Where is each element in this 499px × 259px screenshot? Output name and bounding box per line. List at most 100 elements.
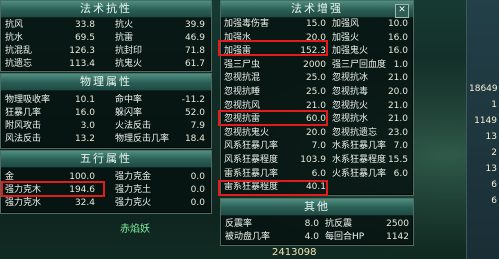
row-value: 71.8: [184, 46, 205, 56]
side-value: 2: [491, 148, 497, 158]
row-value: 8.0: [304, 219, 319, 229]
row-label: 忽视抗冰: [332, 73, 369, 84]
background-stats-window: 18649 1 1149 13 2 13 6 6: [466, 0, 499, 259]
row-value: 10.0: [387, 19, 408, 29]
row-value: -11.2: [181, 95, 205, 105]
row-value: 7.9: [190, 121, 205, 131]
row-value: 0.0: [190, 172, 205, 182]
close-icon[interactable]: ✕: [395, 4, 409, 18]
row-value: 103.9: [300, 155, 326, 165]
spell-resist-panel: 法术抗性 抗风 33.8 抗火 39.9 抗水 69.5 抗雷 46.9 抗混乱…: [0, 0, 212, 72]
row-label: 火法反击: [115, 121, 152, 131]
row-value: 69.5: [74, 33, 95, 43]
resist-row: 抗遗忘 113.4 抗鬼火 61.7: [1, 58, 211, 70]
row-value: 2500: [386, 219, 409, 229]
row-label: 风法反击: [5, 134, 42, 144]
row-value: 32.4: [74, 198, 95, 208]
row-value: 1142: [386, 232, 409, 242]
row-value: 3.0: [80, 121, 95, 131]
row-value: 46.9: [184, 33, 205, 43]
boost-row: 雷系狂暴几率 6.0 火系狂暴几率 6.0: [220, 168, 412, 180]
other-panel: 其他 反震率 8.0 抗反震 2500 被动盘几率 4.0 每回合HP 1142: [220, 198, 414, 246]
spell-resist-title: 法术抗性: [1, 1, 211, 18]
boost-row: 风系狂暴程度 103.9 水系狂暴程度 15.5: [220, 154, 412, 166]
highlight-ignore-thunder-resist: [218, 110, 328, 126]
boost-row: 强三尸虫 2000 强三尸回血度 1.0: [220, 59, 412, 71]
row-label: 物理反击几率: [115, 134, 170, 144]
row-value: 20.0: [305, 127, 326, 138]
row-label: 强力克火: [115, 198, 152, 208]
row-value: 21.0: [387, 73, 408, 84]
row-label: 躲闪率: [115, 108, 143, 118]
row-label: 忽视抗火: [332, 100, 369, 111]
highlight-boost-thunder: [218, 40, 328, 56]
row-value: 16.0: [74, 108, 95, 118]
resist-row: 抗混乱 126.3 抗封印 71.8: [1, 45, 211, 57]
row-label: 忽视抗睡: [224, 87, 261, 97]
other-row: 反震率 8.0 抗反震 2500: [221, 218, 413, 230]
row-label: 加强毒伤害: [224, 19, 270, 29]
boost-row: 忽视抗混 25.0 忽视抗冰 21.0: [220, 72, 412, 84]
row-label: 抗鬼火: [115, 59, 143, 69]
row-label: 强三尸虫: [224, 59, 261, 70]
row-label: 每回合HP: [325, 232, 365, 242]
row-value: 6.0: [311, 168, 326, 179]
row-value: 18.4: [184, 134, 205, 144]
highlight-thunder-crit-degree: [218, 180, 328, 196]
row-value: 15.0: [305, 19, 326, 29]
row-label: 抗反震: [325, 219, 353, 229]
row-value: 21.0: [387, 114, 408, 125]
five-elements-title: 五行属性: [1, 151, 211, 168]
row-value: 113.4: [69, 59, 95, 69]
side-value: 18649: [469, 84, 498, 94]
row-label: 雷系狂暴几率: [224, 168, 279, 179]
row-value: 39.9: [184, 20, 205, 30]
boost-row: 忽视抗睡 25.0 忽视抗毒 20.0: [220, 86, 412, 98]
row-value: 20.0: [387, 87, 408, 97]
row-value: 25.0: [305, 87, 326, 97]
row-value: 52.0: [184, 108, 205, 118]
row-label: 加强火: [332, 32, 360, 43]
five-row: 强力克水 32.4 强力克火 0.0: [1, 197, 211, 209]
row-value: 61.7: [184, 59, 205, 69]
side-value: 13: [485, 164, 497, 174]
row-label: 抗雷: [115, 33, 134, 43]
row-label: 抗水: [5, 33, 24, 43]
row-value: 15.5: [387, 155, 408, 165]
row-value: 6.0: [393, 168, 408, 179]
row-label: 附风攻击: [5, 121, 42, 131]
side-value: 6: [491, 196, 497, 206]
row-value: 0.0: [190, 185, 205, 195]
row-label: 抗火: [115, 20, 134, 30]
row-value: 0.0: [190, 198, 205, 208]
row-label: 被动盘几率: [225, 232, 271, 242]
side-value: 1: [491, 100, 497, 110]
row-label: 强力克水: [5, 198, 42, 208]
row-label: 强力克土: [115, 185, 152, 195]
row-label: 抗混乱: [5, 46, 33, 56]
physical-row: 狂暴几率 16.0 躲闪率 52.0: [1, 107, 211, 119]
physical-attr-title: 物理属性: [1, 74, 211, 91]
row-value: 25.0: [305, 73, 326, 84]
row-value: 4.0: [304, 232, 319, 242]
row-value: 1.0: [393, 59, 408, 70]
side-value: 13: [485, 132, 497, 142]
row-value: 23.0: [387, 127, 408, 138]
row-value: 10.1: [74, 95, 95, 105]
row-label: 抗遗忘: [5, 59, 33, 69]
row-value: 7.0: [393, 141, 408, 152]
other-row: 被动盘几率 4.0 每回合HP 1142: [221, 231, 413, 243]
row-label: 加强鬼火: [332, 46, 369, 57]
row-value: 16.0: [387, 32, 408, 43]
row-label: 风系狂暴几率: [224, 141, 279, 152]
row-label: 抗封印: [115, 46, 143, 56]
physical-row: 风法反击 13.2 物理反击几率 18.4: [1, 133, 211, 145]
row-value: 16.0: [387, 46, 408, 57]
row-value: 126.3: [69, 46, 95, 56]
row-label: 狂暴几率: [5, 108, 42, 118]
row-label: 反震率: [225, 219, 253, 229]
row-value: 33.8: [74, 20, 95, 30]
watermark-text: 赤焰妖: [120, 224, 150, 235]
physical-attr-panel: 物理属性 物理吸收率 10.1 命中率 -11.2 狂暴几率 16.0 躲闪率 …: [0, 73, 212, 149]
side-value: 6: [491, 180, 497, 190]
